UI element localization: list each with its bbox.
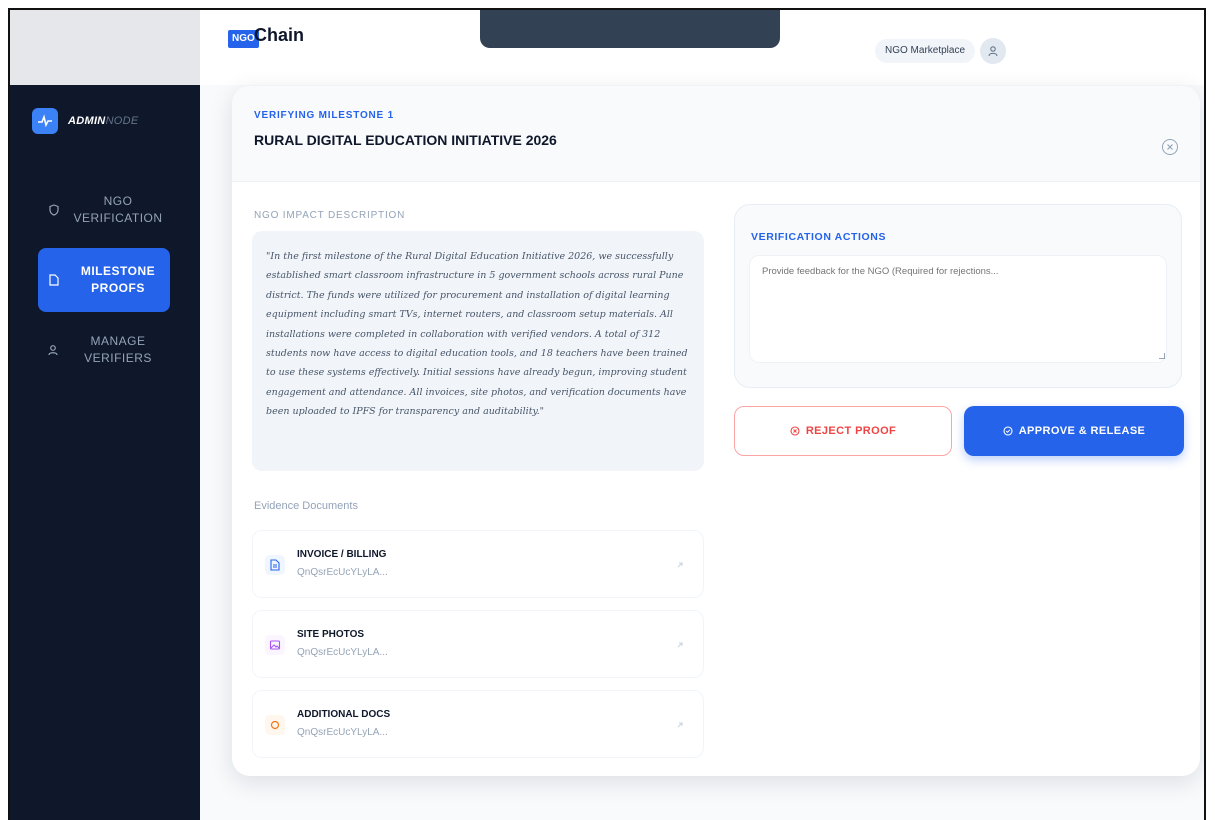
document-card-photos[interactable]: SITE PHOTOS QnQsrEcUcYLyLA...: [252, 610, 704, 678]
external-link-icon[interactable]: [675, 637, 689, 651]
verification-modal: VERIFYING MILESTONE 1 RURAL DIGITAL EDUC…: [232, 86, 1200, 776]
resize-handle-icon[interactable]: [1159, 353, 1165, 359]
document-name: SITE PHOTOS: [297, 629, 365, 640]
document-hash: QnQsrEcUcYLyLA...: [297, 647, 388, 658]
sidebar-item-label: MANAGE VERIFIERS: [84, 334, 152, 365]
sidebar-item-ngo-verification[interactable]: NGO VERIFICATION: [38, 178, 170, 242]
external-link-icon[interactable]: [675, 717, 689, 731]
approve-label: APPROVE & RELEASE: [1018, 425, 1146, 437]
app-frame: ADMINNODE NGO VERIFICATION MILESTONE PROOF…: [8, 8, 1206, 820]
x-circle-icon: [790, 426, 800, 436]
marketplace-button[interactable]: NGO Marketplace: [875, 39, 976, 63]
receipt-icon: [265, 555, 285, 575]
verification-actions-panel: VERIFICATION ACTIONS: [734, 204, 1182, 388]
sidebar: ADMINNODE NGO VERIFICATION MILESTONE PROOF…: [10, 10, 200, 820]
document-hash: QnQsrEcUcYLyLA...: [297, 727, 388, 738]
sidebar-item-label: NGO VERIFICATION: [73, 194, 163, 225]
sidebar-item-manage-verifiers[interactable]: MANAGE VERIFIERS: [38, 318, 170, 382]
impact-description: "In the first milestone of the Rural Dig…: [252, 231, 704, 471]
document-card-additional[interactable]: ADDITIONAL DOCS QnQsrEcUcYLyLA...: [252, 690, 704, 758]
shield-icon: [42, 204, 66, 216]
reject-label: REJECT PROOF: [805, 425, 897, 437]
users-icon: [42, 344, 66, 356]
check-circle-icon: [1003, 426, 1013, 436]
reject-proof-button[interactable]: REJECT PROOF: [734, 406, 952, 456]
brand-name: ADMINNODE: [68, 115, 139, 127]
external-link-icon[interactable]: [675, 557, 689, 571]
evidence-label: Evidence Documents: [254, 500, 358, 512]
top-header: NGO Chain NGO Marketplace: [200, 10, 1204, 85]
feedback-input[interactable]: [749, 255, 1167, 363]
approve-release-button[interactable]: APPROVE & RELEASE: [964, 406, 1184, 456]
brand: ADMINNODE: [32, 108, 139, 134]
modal-header: VERIFYING MILESTONE 1 RURAL DIGITAL EDUC…: [232, 86, 1200, 182]
sidebar-item-milestone-proofs[interactable]: MILESTONE PROOFS: [38, 248, 170, 312]
document-name: ADDITIONAL DOCS: [297, 709, 391, 720]
attachment-icon: [265, 715, 285, 735]
pulse-icon: [32, 108, 58, 134]
document-hash: QnQsrEcUcYLyLA...: [297, 567, 388, 578]
sidebar-top-strip: [10, 10, 200, 85]
image-icon: [265, 635, 285, 655]
file-icon: [42, 274, 66, 286]
modal-title: RURAL DIGITAL EDUCATION INITIATIVE 2026: [254, 132, 557, 148]
milestone-eyebrow: VERIFYING MILESTONE 1: [254, 110, 394, 121]
document-card-invoice[interactable]: INVOICE / BILLING QnQsrEcUcYLyLA...: [252, 530, 704, 598]
document-name: INVOICE / BILLING: [297, 549, 387, 560]
logo-text: Chain: [254, 25, 305, 45]
avatar[interactable]: [980, 38, 1006, 64]
description-label: NGO IMPACT DESCRIPTION: [254, 210, 406, 221]
actions-title: VERIFICATION ACTIONS: [751, 231, 887, 243]
toast-notification: [480, 10, 780, 48]
close-icon[interactable]: [1162, 139, 1178, 155]
sidebar-item-label: MILESTONE PROOFS: [80, 264, 156, 295]
